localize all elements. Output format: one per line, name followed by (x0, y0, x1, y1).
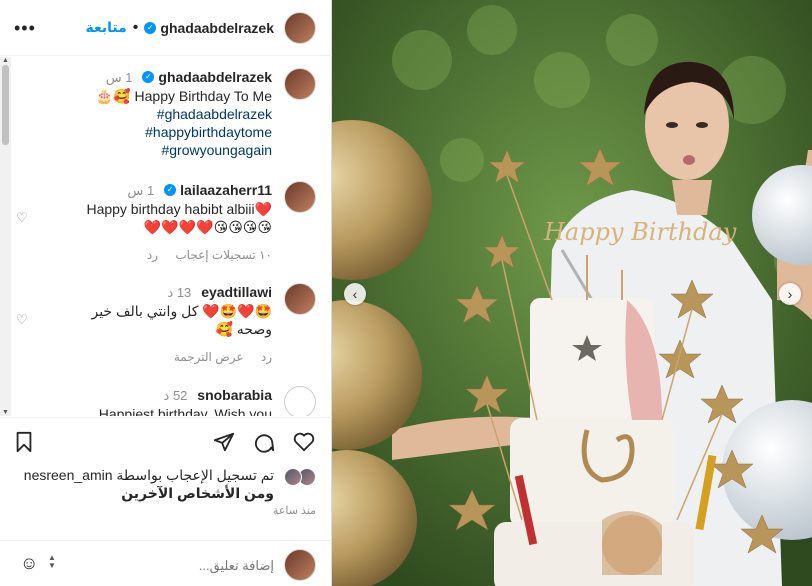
post-photo[interactable]: Happy Birthday (332, 0, 812, 586)
commenter-avatar[interactable] (284, 283, 316, 315)
add-comment-bar: ☺ ▲▼ (0, 540, 332, 586)
caption-text: Happy Birthday To Me (134, 88, 272, 104)
see-translation-button[interactable]: عرض الترجمة (174, 350, 244, 364)
instagram-post-view: Happy Birthday ‹ › ghadaabdelrazek ✓ • م… (0, 0, 812, 586)
comment-emoji: ❤️ (254, 201, 272, 217)
previous-photo-button[interactable]: ‹ (344, 283, 366, 305)
comment-icon[interactable] (252, 430, 276, 454)
hashtag-3[interactable]: #growyoungagain (24, 141, 272, 159)
liker-avatars (282, 468, 316, 488)
emoji-stepper-icon[interactable]: ▲ ▼ (48, 554, 56, 570)
next-photo-button[interactable]: › (779, 283, 801, 305)
commenter-avatar[interactable] (284, 386, 316, 416)
author-avatar[interactable] (284, 11, 316, 44)
comment-item: eyadtillawi 13 د 🤩❤️🤩❤️ كل وانتي بالف خي… (14, 283, 316, 364)
comment-text: 🤩❤️🤩❤️ كل وانتي بالف خير (91, 303, 272, 319)
comment-likes-count[interactable]: ١٠ تسجيلات إعجاب (175, 248, 272, 262)
liked-by-text: تم تسجيل الإعجاب بواسطة nesreen_amin (23, 467, 274, 483)
verified-badge-icon: ✓ (144, 21, 157, 34)
follow-button[interactable]: متابعة (85, 19, 126, 36)
like-comment-heart-icon[interactable]: ♡ (16, 210, 28, 226)
comments-list[interactable]: ghadaabdelrazek ✓ 1 س 🎂🥰 Happy Birthday … (0, 57, 332, 416)
post-time-ago: منذ ساعة (272, 505, 316, 517)
reply-button[interactable]: رد (261, 350, 272, 364)
caption-username[interactable]: ghadaabdelrazek (158, 68, 272, 86)
comment-time: 13 د (167, 285, 192, 300)
like-heart-icon[interactable] (292, 430, 316, 454)
hashtag-1[interactable]: ghadaabdelrazek# (24, 105, 272, 123)
reply-button[interactable]: رد (147, 248, 158, 262)
comment-text: Happiest birthday. Wish you (98, 406, 272, 416)
comments-scrollbar[interactable]: ▲ ▼ (0, 57, 11, 416)
comment-item: snobarabia 52 د Happiest birthday. Wish … (14, 386, 316, 416)
scrollbar-thumb[interactable] (2, 65, 9, 145)
hashtag-2[interactable]: #happybirthdaytome (24, 123, 272, 141)
post-side-panel: ghadaabdelrazek ✓ • متابعة ••• ghadaabde… (0, 0, 332, 586)
share-icon[interactable] (212, 430, 236, 454)
comment-text-cont: وصحه 🥰 (215, 321, 272, 337)
caption-emojis: 🎂🥰 (95, 88, 131, 104)
commenter-avatar[interactable] (284, 181, 316, 213)
comment-time: 1 س (127, 183, 155, 198)
emoji-picker-icon[interactable]: ☺ (20, 553, 38, 574)
verified-badge-icon: ✓ (164, 184, 177, 196)
cake-topper-text: Happy Birthday (543, 218, 737, 246)
post-header: ghadaabdelrazek ✓ • متابعة ••• (0, 0, 332, 56)
scroll-up-icon[interactable]: ▲ (2, 57, 9, 64)
birthday-photo-illustration: Happy Birthday (332, 0, 812, 586)
more-options-icon[interactable]: ••• (14, 18, 36, 39)
like-comment-heart-icon[interactable]: ♡ (16, 312, 28, 328)
comment-text: Happy birthday habibt albiii (86, 201, 255, 217)
post-actions-bar (0, 417, 332, 457)
comment-time: 52 د (163, 388, 188, 403)
post-caption: ghadaabdelrazek ✓ 1 س 🎂🥰 Happy Birthday … (14, 68, 316, 178)
scroll-down-icon[interactable]: ▼ (2, 409, 9, 416)
save-bookmark-icon[interactable] (12, 430, 36, 454)
caption-avatar[interactable] (284, 68, 316, 100)
caption-time: 1 س (105, 70, 133, 85)
commenter-username[interactable]: eyadtillawi (201, 283, 272, 301)
commenter-username[interactable]: snobarabia (197, 386, 272, 404)
separator-dot: • (132, 18, 139, 36)
viewer-avatar (284, 549, 316, 581)
commenter-username[interactable]: lailaazaherr11 (180, 181, 272, 199)
liked-by-summary[interactable]: تم تسجيل الإعجاب بواسطة nesreen_amin ومن… (14, 466, 316, 502)
verified-badge-icon: ✓ (142, 71, 155, 83)
comment-item: lailaazaherr11 ✓ 1 س Happy birthday habi… (14, 181, 316, 262)
liked-by-others[interactable]: ومن الأشخاص الآخرين (14, 484, 274, 502)
comment-emojis: ❤️❤️❤️❤️😘😘😘😘 (143, 219, 272, 235)
author-username[interactable]: ghadaabdelrazek (160, 20, 274, 36)
add-comment-input[interactable] (74, 551, 274, 579)
